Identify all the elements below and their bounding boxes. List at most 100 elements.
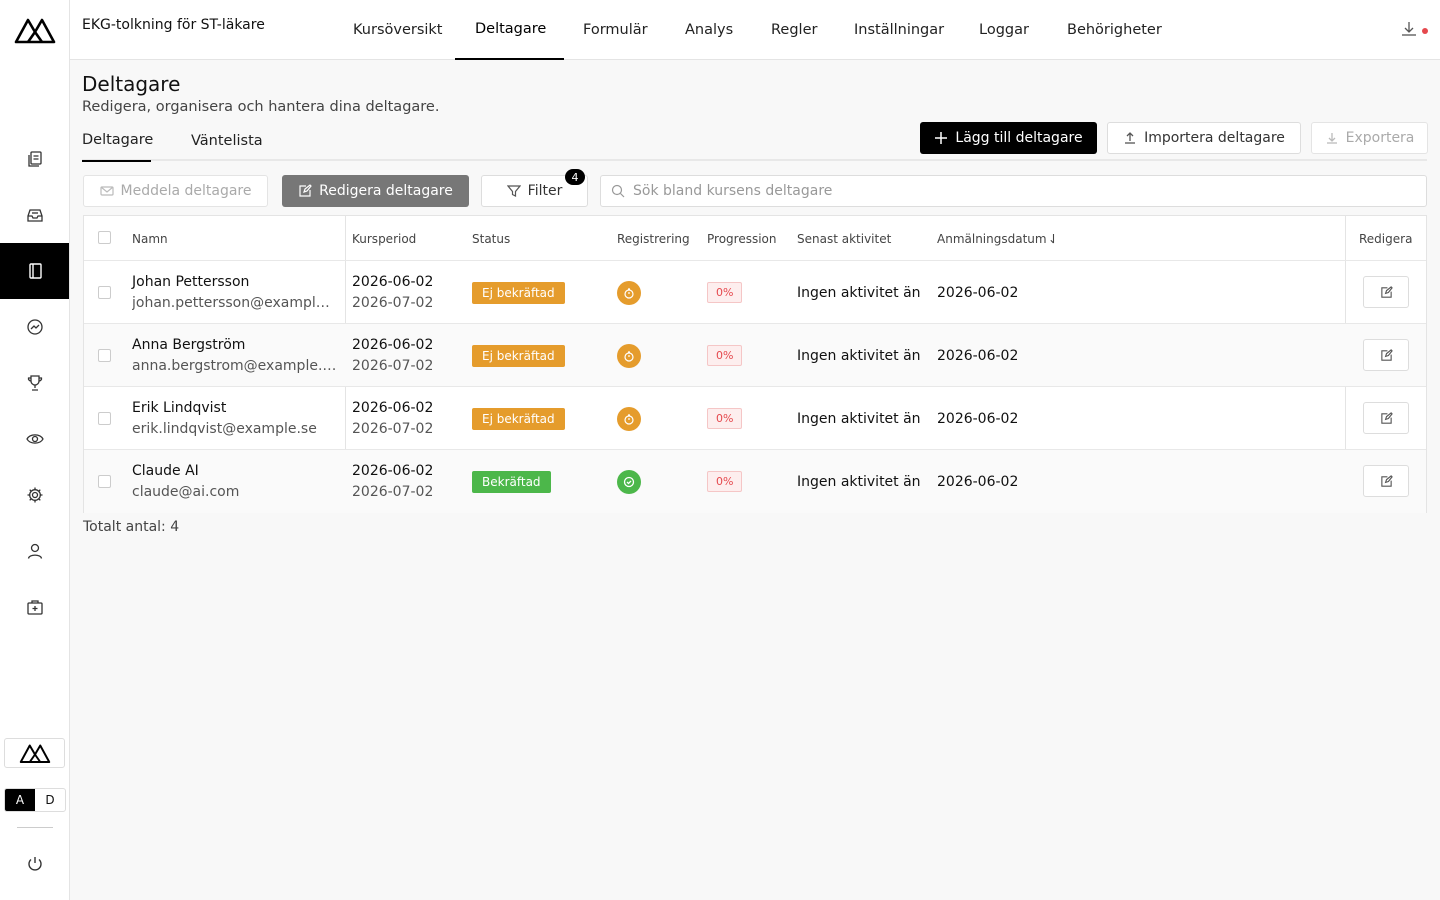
sidebar-item-medkit[interactable] xyxy=(0,579,69,635)
search-box[interactable] xyxy=(600,175,1427,207)
header-last-activity[interactable]: Senast aktivitet xyxy=(797,216,891,261)
logout-button[interactable] xyxy=(0,836,69,892)
participant-email: johan.pettersson@example.se xyxy=(132,295,337,311)
header-period[interactable]: Kursperiod xyxy=(352,216,416,261)
participant-name: Erik Lindqvist xyxy=(132,400,227,416)
brand-badge[interactable] xyxy=(4,738,65,768)
edit-row-button[interactable] xyxy=(1363,465,1409,497)
signup-date: 2026-06-02 xyxy=(937,473,1019,490)
filter-count-badge: 4 xyxy=(565,169,585,185)
tab-forms[interactable]: Formulär xyxy=(563,0,668,60)
status-badge: Ej bekräftad xyxy=(472,407,565,430)
toggle-option-a[interactable]: A xyxy=(5,789,35,811)
plus-icon xyxy=(935,132,948,144)
subtab-waitlist[interactable]: Väntelista xyxy=(191,120,263,161)
header-registration[interactable]: Registrering xyxy=(617,216,690,261)
top-bar: EKG-tolkning för ST-läkare Kursöversikt … xyxy=(70,0,1440,60)
table-row[interactable]: Johan Pettersson johan.pettersson@exampl… xyxy=(84,261,1426,324)
period-start: 2026-06-02 xyxy=(352,400,434,416)
select-all-checkbox[interactable] xyxy=(98,231,111,244)
edit-icon xyxy=(1380,411,1393,424)
tab-rules[interactable]: Regler xyxy=(751,0,837,60)
edit-participants-label: Redigera deltagare xyxy=(319,183,453,199)
brand-logo-icon[interactable] xyxy=(14,14,56,46)
row-checkbox[interactable] xyxy=(98,286,111,299)
participant-name: Claude AI xyxy=(132,463,199,479)
import-label: Importera deltagare xyxy=(1144,130,1285,146)
tab-settings[interactable]: Inställningar xyxy=(834,0,964,60)
user-icon xyxy=(27,543,42,559)
medkit-icon xyxy=(26,600,43,615)
status-badge: Ej bekräftad xyxy=(472,344,565,367)
row-checkbox[interactable] xyxy=(98,412,111,425)
signup-date: 2026-06-02 xyxy=(937,347,1019,364)
search-input[interactable] xyxy=(633,183,1426,199)
edit-row-button[interactable] xyxy=(1363,276,1409,308)
period-end: 2026-07-02 xyxy=(352,421,434,437)
edit-row-button[interactable] xyxy=(1363,402,1409,434)
period-end: 2026-07-02 xyxy=(352,484,434,500)
sort-desc-icon xyxy=(1049,234,1054,244)
add-participant-label: Lägg till deltagare xyxy=(955,130,1083,146)
toggle-option-d[interactable]: D xyxy=(35,789,65,811)
sidebar-item-trophy[interactable] xyxy=(0,355,69,411)
edit-row-button[interactable] xyxy=(1363,339,1409,371)
header-progress[interactable]: Progression xyxy=(707,216,777,261)
edit-icon xyxy=(299,184,312,197)
page-title: Deltagare xyxy=(82,72,181,96)
table-row[interactable]: Erik Lindqvist erik.lindqvist@example.se… xyxy=(84,387,1426,450)
row-checkbox[interactable] xyxy=(98,349,111,362)
export-label: Exportera xyxy=(1345,130,1415,146)
eye-icon xyxy=(25,434,44,444)
notebook-icon xyxy=(28,263,42,279)
sidebar-item-copy[interactable] xyxy=(0,131,69,187)
last-activity: Ingen aktivitet än xyxy=(797,410,921,427)
table-row[interactable]: Claude AI claude@ai.com 2026-06-02 2026-… xyxy=(84,450,1426,513)
header-name[interactable]: Namn xyxy=(132,216,168,261)
notification-dot xyxy=(1422,28,1428,34)
tab-permissions[interactable]: Behörigheter xyxy=(1047,0,1182,60)
tab-participants[interactable]: Deltagare xyxy=(455,0,564,60)
header-status[interactable]: Status xyxy=(472,216,510,261)
header-signup-date[interactable]: Anmälningsdatum xyxy=(937,216,1058,261)
sidebar-item-user[interactable] xyxy=(0,523,69,579)
last-activity: Ingen aktivitet än xyxy=(797,347,921,364)
period-end: 2026-07-02 xyxy=(352,358,434,374)
status-badge: Ej bekräftad xyxy=(472,281,565,304)
sidebar-item-inbox[interactable] xyxy=(0,187,69,243)
progress-badge: 0% xyxy=(707,408,743,429)
sidebar-item-settings[interactable] xyxy=(0,467,69,523)
mode-toggle[interactable]: A D xyxy=(4,788,66,812)
mail-icon xyxy=(99,186,114,196)
registration-confirmed-icon xyxy=(617,469,641,494)
export-button[interactable]: Exportera xyxy=(1311,122,1428,154)
import-participants-button[interactable]: Importera deltagare xyxy=(1107,122,1301,154)
sidebar-item-preview[interactable] xyxy=(0,411,69,467)
download-icon[interactable] xyxy=(1400,20,1418,38)
signup-date: 2026-06-02 xyxy=(937,410,1019,427)
tab-course-overview[interactable]: Kursöversikt xyxy=(333,0,463,60)
progress-badge: 0% xyxy=(707,471,743,492)
row-checkbox[interactable] xyxy=(98,475,111,488)
sidebar-divider xyxy=(17,827,53,828)
inbox-icon xyxy=(26,209,43,222)
gear-icon xyxy=(27,487,42,503)
edit-participants-button[interactable]: Redigera deltagare xyxy=(282,175,469,207)
download-icon xyxy=(1326,133,1337,144)
message-participants-button[interactable]: Meddela deltagare xyxy=(83,175,268,207)
period-start: 2026-06-02 xyxy=(352,274,434,290)
tab-analysis[interactable]: Analys xyxy=(665,0,753,60)
table-row[interactable]: Anna Bergström anna.bergstrom@example.se… xyxy=(84,324,1426,387)
filter-label: Filter xyxy=(527,183,563,199)
sidebar-item-notebook[interactable] xyxy=(0,243,69,299)
sidebar: A D xyxy=(0,0,70,900)
registration-pending-icon xyxy=(617,343,641,368)
sidebar-item-analytics[interactable] xyxy=(0,299,69,355)
registration-pending-icon xyxy=(617,280,641,305)
tab-logs[interactable]: Loggar xyxy=(959,0,1049,60)
registration-pending-icon xyxy=(617,406,641,431)
progress-badge: 0% xyxy=(707,282,743,303)
subtab-participants[interactable]: Deltagare xyxy=(82,120,153,162)
add-participant-button[interactable]: Lägg till deltagare xyxy=(920,122,1097,154)
header-edit: Redigera xyxy=(1359,231,1413,246)
